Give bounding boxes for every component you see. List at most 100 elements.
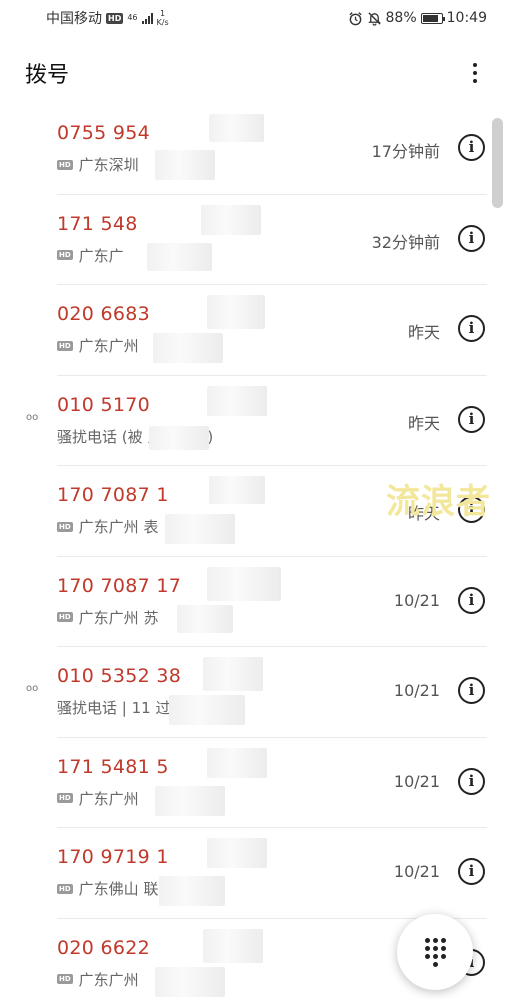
info-icon[interactable]: i <box>458 767 485 795</box>
redaction-mosaic <box>155 785 225 816</box>
phone-number: 010 5352 38 <box>57 665 182 687</box>
hd-call-icon: HD <box>57 793 73 803</box>
hd-call-icon: HD <box>57 612 73 622</box>
redaction-mosaic <box>155 150 215 180</box>
call-log-row[interactable]: 170 7087 17 HD 广东广州 苏 10/21 i <box>57 557 487 647</box>
page-title: 拨号 <box>25 63 70 88</box>
call-subtitle: HD 广东广州 <box>57 335 139 356</box>
call-time: 10/21 <box>393 590 440 610</box>
redaction-mosaic <box>155 966 225 997</box>
info-icon[interactable]: i <box>458 405 485 433</box>
phone-number: 170 9719 1 <box>57 846 169 868</box>
redaction-mosaic <box>153 333 223 363</box>
location-label: 广东广州 <box>78 337 139 355</box>
call-subtitle: HD 广东佛山 联 <box>57 878 158 899</box>
phone-number: 020 6683 <box>57 303 151 325</box>
location-label: 广东广 <box>78 246 124 265</box>
phone-number: 170 7087 1 <box>57 484 169 506</box>
redaction-mosaic <box>207 566 281 601</box>
network-type: 46 <box>127 13 138 22</box>
call-time: 10/21 <box>393 862 440 881</box>
info-icon[interactable]: i <box>458 858 485 885</box>
call-log-list: 0755 954 HD 广东深圳 17分钟前 i 171 548 HD 广东广 32分钟前 i 02… <box>0 104 509 1000</box>
call-subtitle: HD 广东深圳 <box>57 154 139 175</box>
info-glyph: i <box>468 771 475 790</box>
location-label: 广东广州 <box>78 970 139 989</box>
hd-call-icon: HD <box>57 340 73 351</box>
info-icon[interactable]: i <box>458 586 485 614</box>
hd-call-icon: HD <box>57 883 73 894</box>
info-glyph: i <box>468 681 475 699</box>
call-subtitle: 骚扰电话 | 11 过 <box>57 697 170 718</box>
redaction-mosaic <box>165 514 235 544</box>
redaction-mosaic <box>207 385 267 416</box>
location-label: 广东广州 苏 <box>78 608 159 627</box>
call-log-row[interactable]: oo 010 5170 骚扰电话 (被 人标记过) 昨天 i <box>26 376 487 466</box>
info-icon[interactable]: i <box>458 224 485 252</box>
location-label: 广东佛山 联 <box>78 880 159 898</box>
redaction-mosaic <box>207 295 265 329</box>
redaction-mosaic <box>159 876 225 906</box>
phone-number: 171 5481 5 <box>57 755 169 778</box>
more-vertical-icon[interactable] <box>469 57 481 89</box>
battery-icon <box>420 12 445 24</box>
call-log-row[interactable]: 0755 954 HD 广东深圳 17分钟前 i <box>57 104 487 195</box>
call-time: 昨天 <box>407 413 440 433</box>
watermark: 流浪者 <box>386 482 491 522</box>
location-label: 广东广州 <box>78 789 139 808</box>
signal-icon <box>141 12 153 24</box>
redaction-mosaic <box>177 604 233 633</box>
info-icon[interactable]: i <box>458 315 485 342</box>
dialpad-icon <box>424 937 446 967</box>
redaction-mosaic <box>209 476 265 504</box>
redaction-mosaic <box>203 657 263 691</box>
call-subtitle: HD 广东广州 <box>57 969 139 990</box>
call-log-row[interactable]: 171 5481 5 HD 广东广州 10/21 i <box>57 738 487 828</box>
voicemail-icon: oo <box>26 683 39 694</box>
clock: 10:49 <box>446 10 487 26</box>
call-log-row[interactable]: 171 548 HD 广东广 32分钟前 i <box>57 195 487 285</box>
location-label: 广东深圳 <box>78 156 139 174</box>
speed-value: 1 <box>160 9 166 18</box>
info-glyph: i <box>468 862 475 880</box>
redaction-mosaic <box>207 838 267 868</box>
call-subtitle: HD 广东广州 <box>57 788 139 809</box>
call-log-row[interactable]: 020 6683 HD 广东广州 昨天 i <box>57 285 487 376</box>
hd-badge: HD <box>106 12 124 24</box>
info-glyph: i <box>468 319 475 337</box>
phone-number: 020 6622 <box>57 936 151 959</box>
redaction-mosaic <box>209 114 264 142</box>
phone-number: 171 548 <box>57 212 138 235</box>
alarm-icon <box>348 11 362 25</box>
redaction-mosaic <box>149 425 209 450</box>
call-time: 10/21 <box>393 681 440 700</box>
phone-number: 170 7087 17 <box>57 574 182 597</box>
scrollbar[interactable] <box>492 118 503 208</box>
app-bar: 拨号 <box>0 48 509 98</box>
info-glyph: i <box>468 228 475 247</box>
call-time: 昨天 <box>407 323 440 342</box>
call-subtitle: HD 广东广州 苏 <box>57 607 158 628</box>
phone-number: 0755 954 <box>57 122 151 144</box>
redaction-mosaic <box>201 204 261 235</box>
dialpad-button[interactable] <box>397 914 473 990</box>
carrier-label: 中国移动 <box>46 11 102 27</box>
call-subtitle: HD 广东广 <box>57 245 124 266</box>
hd-call-icon: HD <box>57 521 73 532</box>
call-log-row[interactable]: 170 9719 1 HD 广东佛山 联 10/21 i <box>57 828 487 919</box>
battery-percent: 88% <box>385 10 417 26</box>
network-speed: 1 K/s <box>157 9 169 27</box>
hd-call-icon: HD <box>57 159 73 170</box>
redaction-mosaic <box>207 747 267 778</box>
status-right: 88% 10:49 <box>348 10 487 26</box>
status-left: 中国移动 HD 46 1 K/s <box>46 8 169 28</box>
speed-unit: K/s <box>156 18 169 27</box>
call-time: 17分钟前 <box>371 142 440 161</box>
call-time: 32分钟前 <box>371 232 440 252</box>
redaction-mosaic <box>169 695 245 725</box>
redaction-mosaic <box>203 928 263 963</box>
call-log-row[interactable]: oo 010 5352 38 骚扰电话 | 11 过 10/21 i <box>26 647 487 738</box>
info-icon[interactable]: i <box>458 134 485 161</box>
info-icon[interactable]: i <box>458 677 485 704</box>
phone-number: 010 5170 <box>57 393 151 416</box>
